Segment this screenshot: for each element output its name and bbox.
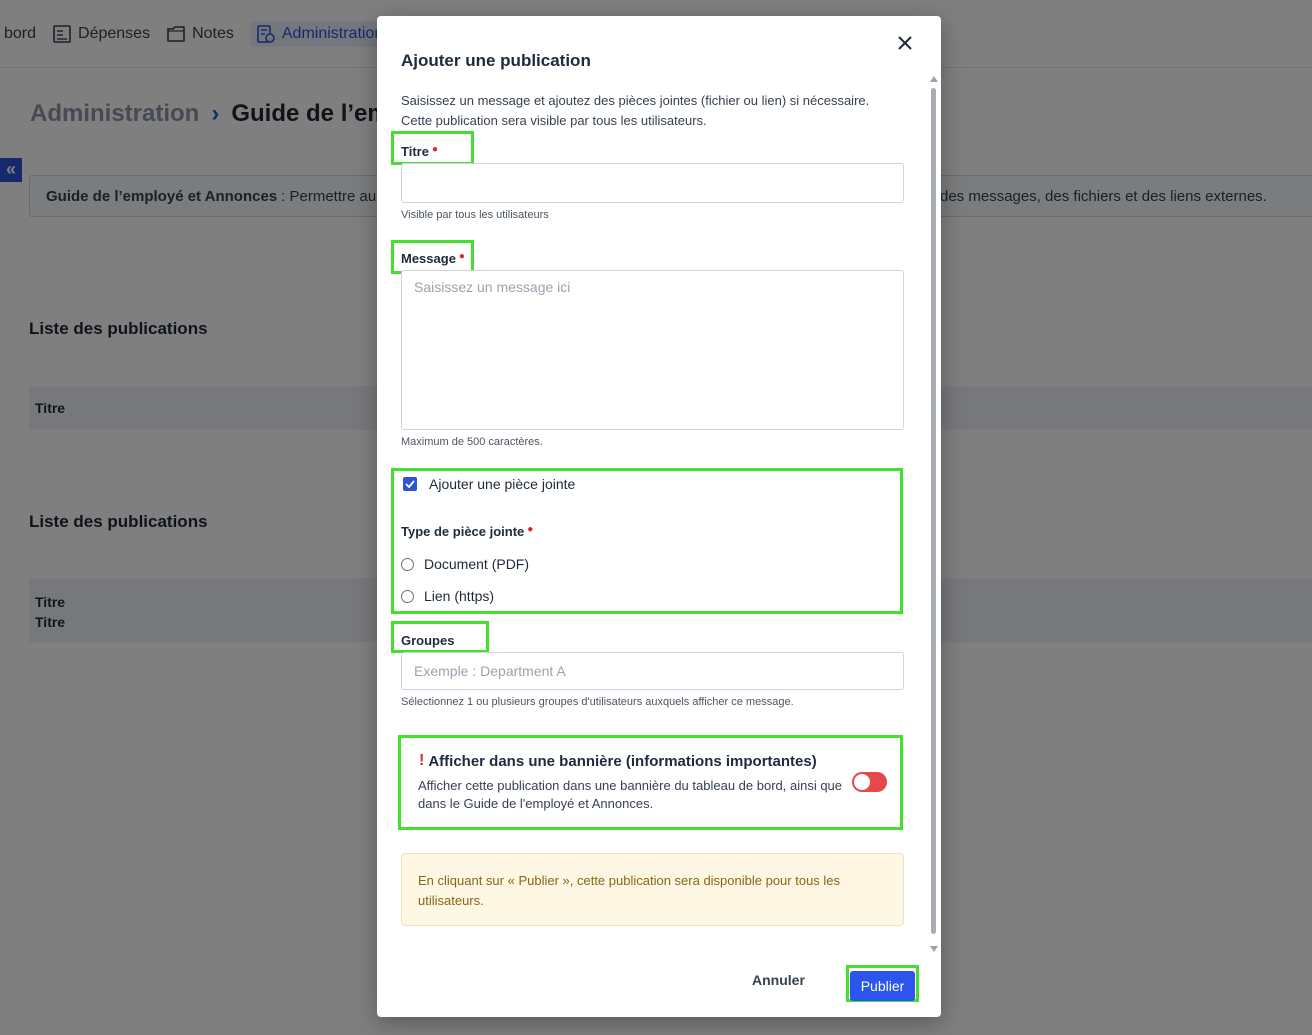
radio-document-pdf[interactable] (401, 558, 414, 571)
banner-option-description: Afficher cette publication dans une bann… (418, 778, 843, 811)
required-marker: ● (458, 251, 465, 262)
dialog-title: Ajouter une publication (401, 51, 591, 70)
cancel-button[interactable]: Annuler (752, 972, 805, 988)
add-publication-dialog: Ajouter une publication Saisissez un mes… (377, 16, 941, 1017)
scroll-down-arrow-icon[interactable] (930, 946, 938, 952)
scroll-thumb[interactable] (931, 88, 936, 934)
radio-link-https-label[interactable]: Lien (https) (424, 588, 494, 604)
banner-toggle[interactable] (852, 772, 887, 792)
required-marker: ● (527, 524, 534, 535)
message-field-label: Message ● (401, 251, 465, 266)
title-input[interactable] (401, 163, 904, 203)
publish-notice: En cliquant sur « Publier », cette publi… (401, 853, 904, 926)
groups-input[interactable] (401, 652, 904, 690)
add-attachment-checkbox[interactable] (403, 477, 417, 491)
groups-field-help: Sélectionnez 1 ou plusieurs groupes d'ut… (401, 696, 794, 708)
radio-document-pdf-label[interactable]: Document (PDF) (424, 556, 529, 572)
close-icon[interactable] (894, 32, 916, 54)
title-field-label: Titre ● (401, 144, 438, 159)
attachment-type-label: Type de pièce jointe ● (401, 524, 534, 539)
dialog-intro: Saisissez un message et ajoutez des pièc… (401, 93, 870, 128)
dialog-scrollbar[interactable] (929, 76, 939, 952)
add-attachment-label[interactable]: Ajouter une pièce jointe (429, 476, 575, 492)
toggle-knob (854, 774, 870, 790)
checkmark-icon (405, 480, 415, 489)
title-field-help: Visible par tous les utilisateurs (401, 209, 549, 221)
scroll-up-arrow-icon[interactable] (930, 76, 938, 82)
groups-field-label: Groupes (401, 633, 455, 648)
publish-button[interactable]: Publier (850, 971, 915, 1001)
message-field-help: Maximum de 500 caractères. (401, 436, 543, 448)
radio-link-https[interactable] (401, 590, 414, 603)
required-marker: ● (431, 144, 438, 155)
message-textarea[interactable] (401, 270, 904, 430)
exclamation-icon: ! (419, 752, 425, 769)
banner-option-title: ! Afficher dans une bannière (informatio… (419, 752, 817, 770)
